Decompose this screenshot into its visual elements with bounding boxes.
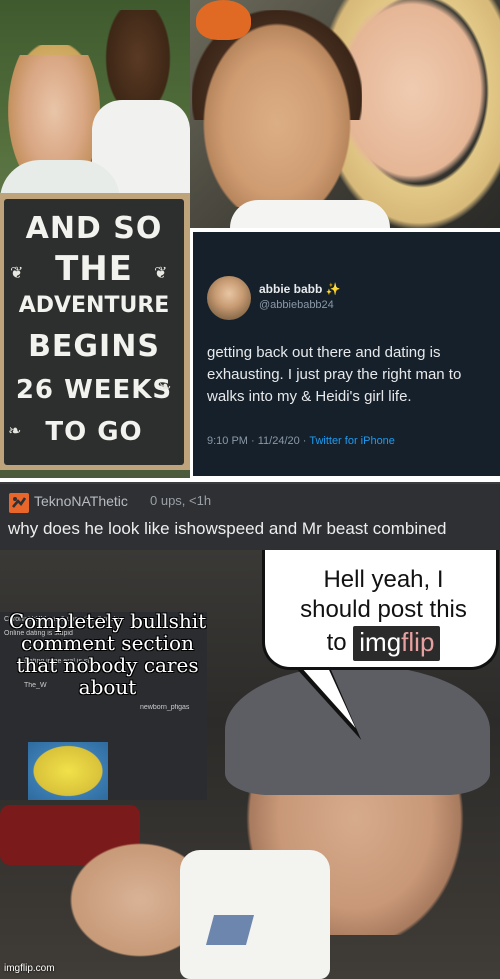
comment-meta: 0 ups, <1h: [150, 493, 212, 508]
overlay-caption: Completely bullshit comment section that…: [8, 609, 207, 699]
leaf-doodle-icon: ❧: [158, 379, 172, 396]
tweet-timestamp: 9:10 PM · 11/24/20 ·: [207, 435, 307, 447]
chalk-line-5: 26 WEEKS: [15, 375, 173, 405]
comment-block: TeknoNAThetic 0 ups, <1h why does he loo…: [0, 482, 500, 552]
chalkboard-surface: AND SO THE ADVENTURE BEGINS 26 WEEKS TO …: [4, 199, 184, 465]
toddler-face: [202, 22, 352, 207]
speech-to: to: [326, 628, 347, 656]
imgflip-logo-icon[interactable]: [8, 492, 30, 514]
tweet-display-name[interactable]: abbie babb ✨: [259, 282, 341, 296]
tweet-source[interactable]: Twitter for iPhone: [309, 435, 395, 447]
tweet-card: abbie babb ✨ @abbiebabb24 getting back o…: [193, 232, 500, 476]
speech-line-1: Hell yeah, I: [323, 566, 444, 593]
hair-bow: [196, 0, 251, 40]
leaf-doodle-icon: ❧: [8, 423, 22, 440]
tweet-handle[interactable]: @abbiebabb24: [259, 299, 334, 311]
sparkle-icon: ✨: [325, 282, 341, 296]
tweet-body-line: walks into my & Heidi's girl life.: [207, 388, 412, 405]
spongebob-image: [28, 742, 108, 800]
comment-username[interactable]: TeknoNAThetic: [34, 493, 128, 509]
chalk-line-3: ADVENTURE: [18, 293, 170, 318]
imgflip-logo: imgflip: [353, 626, 441, 661]
leaf-doodle-icon: ❦: [10, 265, 24, 282]
chalkboard-sign: AND SO THE ADVENTURE BEGINS 26 WEEKS TO …: [0, 193, 190, 470]
imgflip-watermark: imgflip.com: [4, 963, 55, 974]
tweet-body-line: exhausting. I just pray the right man to: [207, 366, 462, 383]
mother-daughter-photo: [190, 0, 500, 228]
mother-face: [340, 0, 500, 200]
leaf-doodle-icon: ❦: [154, 265, 168, 282]
meme-image: ChronicUrlifMusic 3 ups, <1h, 3 replies …: [0, 550, 500, 979]
speech-bubble: Hell yeah, I should post this to imgflip: [262, 550, 499, 670]
chalk-line-1: AND SO: [25, 211, 163, 246]
mini-comment-row: newborn_pfigas: [140, 704, 190, 711]
tweet-meta: 9:10 PM · 11/24/20 · Twitter for iPhone: [207, 435, 395, 447]
mug-logo: [205, 915, 255, 945]
toddler-shirt: [230, 200, 390, 228]
tweet-avatar[interactable]: [207, 276, 251, 320]
comment-text: why does he look like ishowspeed and Mr …: [8, 519, 447, 538]
mug: [180, 850, 330, 979]
speech-line-3: to imgflip: [265, 626, 500, 661]
chalk-line-6: TO GO: [45, 417, 143, 447]
speech-line-2: should post this: [300, 596, 467, 623]
chalk-line-4: BEGINS: [28, 329, 160, 364]
tweet-body: getting back out there and dating is exh…: [207, 342, 499, 408]
tweet-body-line: getting back out there and dating is: [207, 344, 441, 361]
